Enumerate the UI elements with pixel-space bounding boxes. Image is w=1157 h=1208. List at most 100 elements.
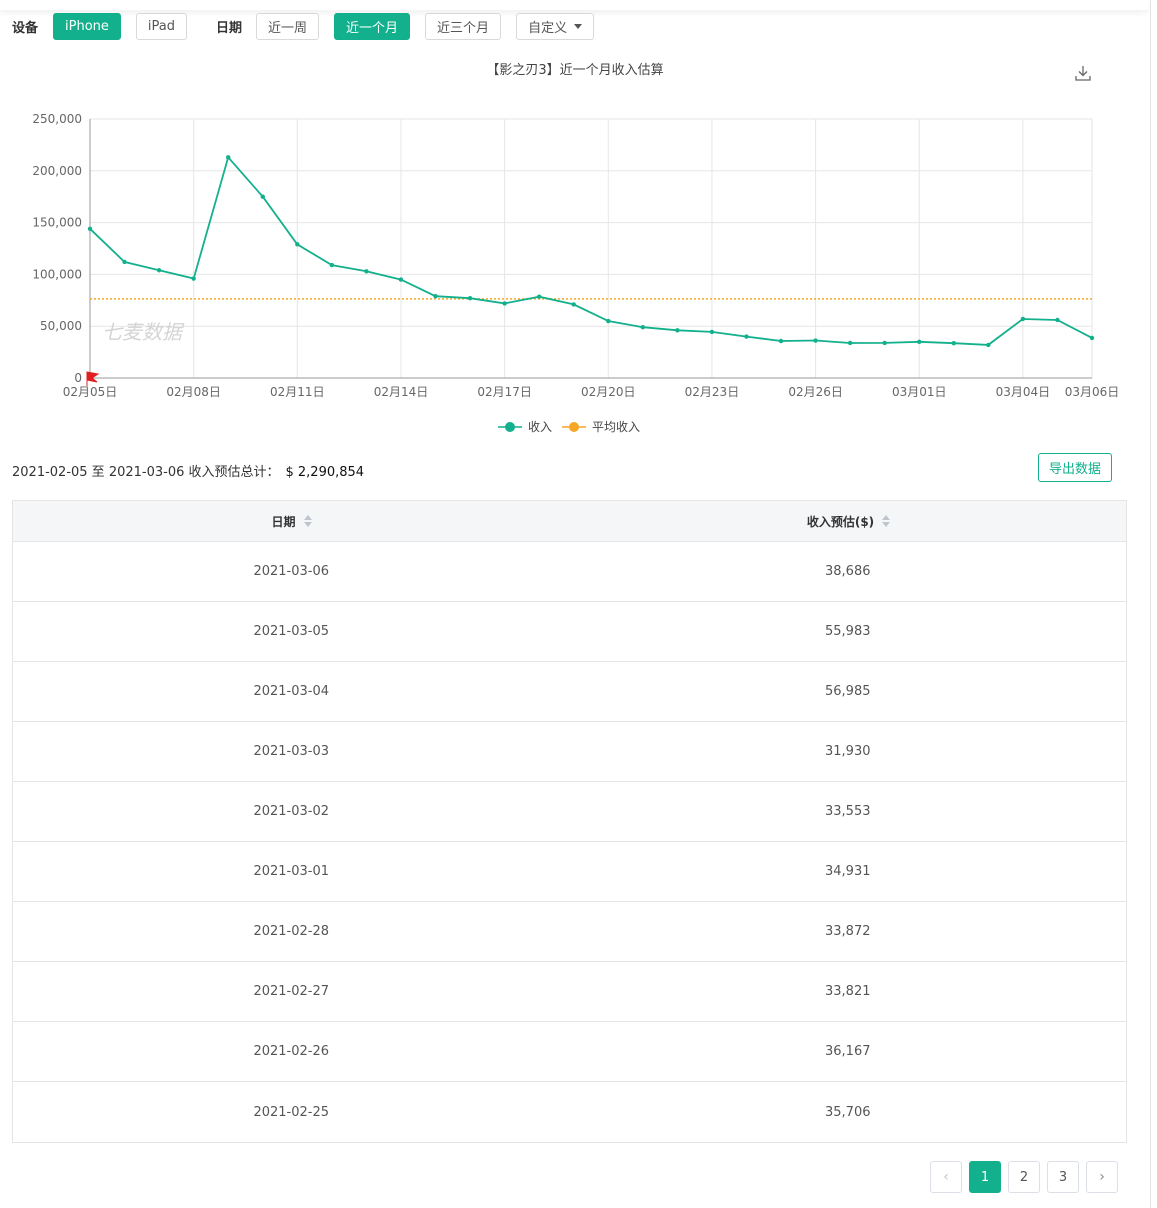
filter-bar: 设备 iPhone iPad 日期 近一周 近一个月 近三个月 自定义 [12, 12, 595, 40]
x-tick-label: 02月08日 [166, 385, 221, 399]
sort-icon[interactable] [303, 515, 312, 527]
table-header: 日期 收入预估($) [13, 501, 1126, 542]
summary-range-text: 2021-02-05 至 2021-03-06 收入预估总计： [12, 465, 280, 480]
revenue-data-point [536, 294, 542, 299]
x-tick-label: 02月14日 [374, 385, 429, 399]
cell-date: 2021-02-28 [253, 924, 330, 939]
cell-revenue: 33,821 [825, 984, 871, 999]
revenue-data-point [709, 329, 715, 335]
revenue-table: 日期 收入预估($) 2021-03-06 38,686 2021-03-05 55… [12, 500, 1127, 1143]
range-three-months-button[interactable]: 近三个月 [425, 12, 502, 40]
cell-revenue: 56,985 [825, 684, 871, 699]
revenue-data-point [986, 342, 991, 348]
x-tick-label: 02月05日 [63, 385, 118, 399]
chart-watermark: 七麦数据 [102, 320, 185, 344]
revenue-data-point [329, 262, 335, 268]
range-month-button[interactable]: 近一个月 [334, 12, 411, 40]
x-tick-label: 03月06日 [1065, 385, 1120, 399]
x-tick-label: 02月17日 [477, 385, 532, 399]
revenue-data-point [882, 340, 887, 346]
cell-revenue: 36,167 [825, 1044, 871, 1059]
revenue-data-point [778, 338, 784, 344]
revenue-data-point [364, 269, 369, 274]
table-row: 2021-03-02 33,553 [13, 782, 1126, 842]
cell-revenue: 34,931 [825, 864, 871, 879]
cell-revenue: 55,983 [825, 624, 871, 639]
table-row: 2021-02-27 33,821 [13, 962, 1126, 1022]
table-row: 2021-02-25 35,706 [13, 1082, 1126, 1142]
y-tick-label: 0 [74, 371, 82, 385]
column-header-date-label: 日期 [271, 514, 296, 529]
chart-title: 【影之刃3】近一个月收入估算 [486, 63, 663, 78]
cell-revenue: 33,553 [825, 804, 871, 819]
scrollbar-track[interactable] [1150, 0, 1157, 1208]
device-iphone-button[interactable]: iPhone [53, 12, 121, 40]
cell-date: 2021-02-27 [253, 984, 330, 999]
column-header-revenue-label: 收入预估($) [806, 514, 875, 529]
revenue-data-point [502, 301, 507, 306]
next-page-button[interactable]: › [1086, 1161, 1118, 1193]
sort-icon[interactable] [882, 515, 891, 527]
device-ipad-button[interactable]: iPad [135, 12, 187, 40]
revenue-data-point [1055, 317, 1060, 323]
range-week-button[interactable]: 近一周 [256, 12, 320, 40]
download-icon[interactable] [1074, 64, 1092, 82]
page-button-2[interactable]: 2 [1008, 1161, 1040, 1193]
revenue-data-point [675, 328, 680, 333]
table-row: 2021-03-03 31,930 [13, 722, 1126, 782]
x-tick-label: 02月26日 [788, 385, 843, 399]
x-tick-label: 02月23日 [685, 385, 740, 399]
revenue-data-point [1089, 335, 1095, 341]
cell-date: 2021-03-04 [253, 684, 330, 699]
cell-revenue: 33,872 [825, 924, 871, 939]
y-tick-label: 50,000 [40, 319, 82, 333]
revenue-data-point [917, 339, 922, 345]
table-row: 2021-03-05 55,983 [13, 602, 1126, 662]
revenue-data-point [260, 194, 265, 199]
range-custom-dropdown[interactable]: 自定义 [516, 12, 595, 40]
revenue-data-point [606, 318, 611, 324]
revenue-data-point [813, 338, 818, 343]
cell-date: 2021-03-05 [253, 624, 330, 639]
revenue-data-point [87, 226, 93, 232]
table-row: 2021-02-28 33,872 [13, 902, 1126, 962]
y-tick-label: 250,000 [32, 112, 82, 126]
range-custom-label: 自定义 [528, 20, 568, 36]
revenue-data-point [951, 341, 956, 346]
table-row: 2021-03-04 56,985 [13, 662, 1126, 722]
legend-label-revenue: 收入 [528, 420, 552, 434]
page-button-1[interactable]: 1 [969, 1161, 1001, 1193]
date-label: 日期 [216, 20, 243, 36]
y-tick-label: 100,000 [32, 267, 82, 281]
revenue-data-point [744, 334, 749, 339]
cell-date: 2021-03-03 [253, 744, 330, 759]
flag-icon [86, 371, 100, 386]
cell-revenue: 31,930 [825, 744, 871, 759]
revenue-series-line [89, 155, 1093, 346]
pagination: ‹ 1 2 3 › [930, 1161, 1118, 1193]
export-data-button[interactable]: 导出数据 [1038, 453, 1112, 482]
revenue-data-point [398, 277, 404, 282]
revenue-data-point [467, 296, 473, 301]
revenue-data-point [122, 259, 127, 265]
prev-page-button[interactable]: ‹ [930, 1161, 962, 1193]
cell-revenue: 35,706 [825, 1104, 871, 1120]
column-header-revenue[interactable]: 收入预估($) [570, 501, 1127, 541]
table-row: 2021-03-06 38,686 [13, 542, 1126, 602]
table-row: 2021-03-01 34,931 [13, 842, 1126, 902]
revenue-data-point [226, 155, 231, 160]
legend-marker-revenue [505, 422, 515, 432]
revenue-line-chart: 【影之刃3】近一个月收入估算 0 50,000 100,000 150,000 200,0… [32, 63, 1120, 434]
y-tick-label: 150,000 [32, 216, 82, 230]
caret-down-icon [574, 23, 583, 29]
device-label: 设备 [12, 20, 39, 36]
revenue-data-point [640, 325, 646, 330]
cell-date: 2021-03-02 [253, 804, 330, 819]
page-button-3[interactable]: 3 [1047, 1161, 1079, 1193]
revenue-summary: 2021-02-05 至 2021-03-06 收入预估总计： $ 2,290,8… [12, 461, 364, 480]
cell-date: 2021-02-25 [253, 1104, 330, 1120]
revenue-data-point [433, 293, 438, 299]
column-header-date[interactable]: 日期 [13, 501, 570, 541]
cell-date: 2021-03-06 [253, 564, 330, 579]
revenue-data-point [571, 302, 576, 307]
